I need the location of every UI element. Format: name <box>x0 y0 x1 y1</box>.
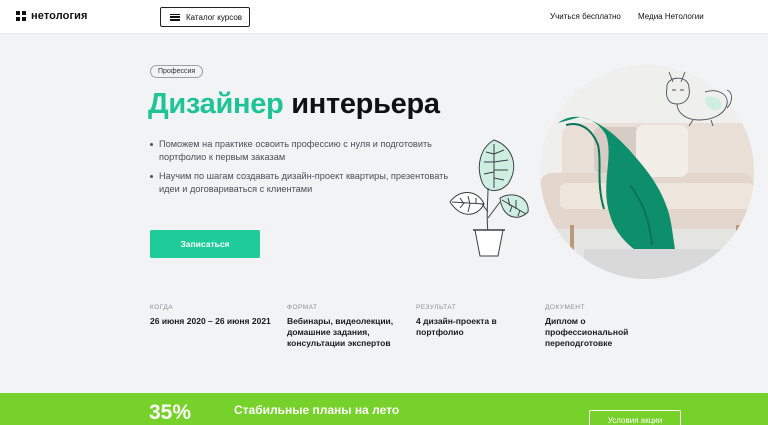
info-label: КОГДА <box>150 304 174 311</box>
info-when: КОГДА 26 июня 2020 – 26 июня 2021 <box>150 304 290 327</box>
cat-illustration <box>666 71 732 127</box>
promo-percent: 35% <box>149 401 192 424</box>
catalog-button-label: Каталог курсов <box>186 12 243 22</box>
info-label: РЕЗУЛЬТАТ <box>416 304 457 311</box>
info-value: Диплом о профессиональной переподготовке <box>545 316 629 348</box>
nav-link-media[interactable]: Медиа Нетологии <box>638 12 704 21</box>
signup-button[interactable]: Записаться <box>150 230 260 258</box>
info-value: Вебинары, видеолекции, домашние задания,… <box>287 316 394 348</box>
burger-menu-icon <box>170 13 180 21</box>
title-accent: Дизайнер <box>148 88 284 120</box>
profession-badge: Профессия <box>150 65 204 78</box>
site-header: нетология Каталог курсов Учиться бесплат… <box>0 0 768 34</box>
info-label: ДОКУМЕНТ <box>545 304 585 311</box>
title-rest: интерьера <box>291 88 440 120</box>
promo-conditions-button[interactable]: Условия акции <box>589 410 681 425</box>
promo-banner: 35% Стабильные планы на лето Условия акц… <box>0 393 768 425</box>
info-result: РЕЗУЛЬТАТ 4 дизайн-проекта в портфолио <box>416 304 526 338</box>
info-format: ФОРМАТ Вебинары, видеолекции, домашние з… <box>287 304 397 349</box>
promo-text: Стабильные планы на лето <box>234 403 400 417</box>
plant-illustration <box>449 139 529 257</box>
catalog-button[interactable]: Каталог курсов <box>160 7 250 27</box>
benefit-item: Научим по шагам создавать дизайн-проект … <box>150 170 450 196</box>
logo[interactable]: нетология <box>16 10 88 22</box>
nav-link-learn-free[interactable]: Учиться бесплатно <box>550 12 621 21</box>
benefit-item: Поможем на практике освоить профессию с … <box>150 138 450 164</box>
info-document: ДОКУМЕНТ Диплом о профессиональной переп… <box>545 304 665 349</box>
info-label: ФОРМАТ <box>287 304 318 311</box>
info-value: 26 июня 2020 – 26 июня 2021 <box>150 316 271 326</box>
logo-text: нетология <box>31 10 88 22</box>
page-title: Дизайнер интерьера <box>148 88 440 121</box>
logo-mark-icon <box>16 11 26 21</box>
info-value: 4 дизайн-проекта в портфолио <box>416 316 497 337</box>
benefits-list: Поможем на практике освоить профессию с … <box>150 138 450 202</box>
